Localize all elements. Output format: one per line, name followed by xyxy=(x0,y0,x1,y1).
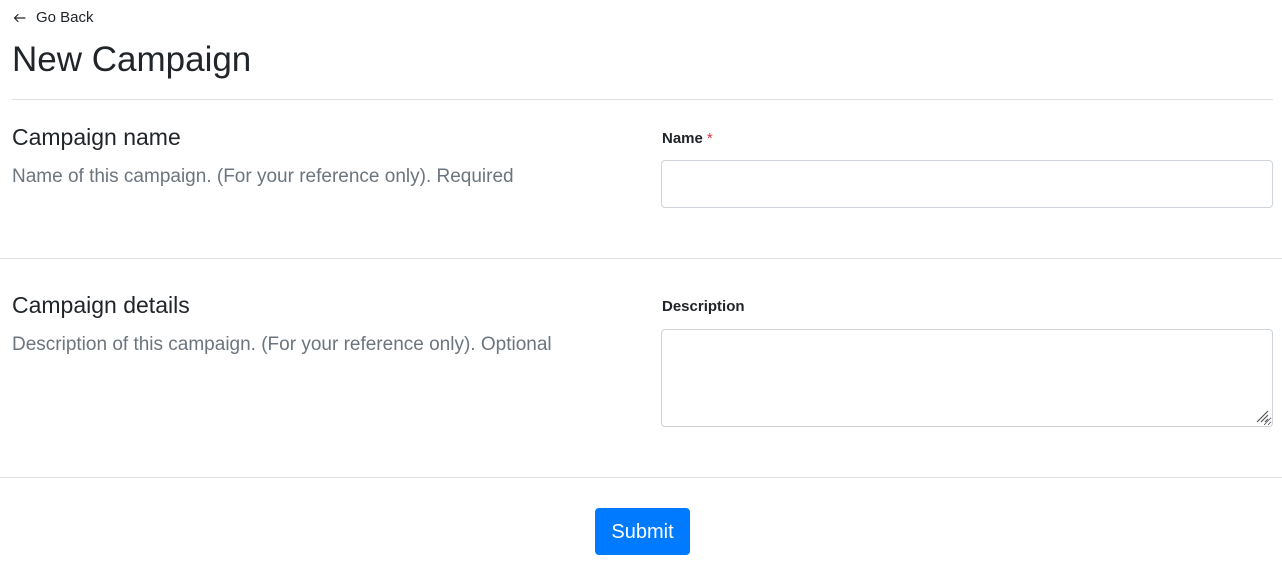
campaign-name-section-description: Name of this campaign. (For your referen… xyxy=(12,166,514,187)
page-title: New Campaign xyxy=(12,40,252,79)
new-campaign-page: Go Back New Campaign Campaign name Name … xyxy=(0,0,1282,563)
required-marker: * xyxy=(706,130,713,147)
name-field-label: Name * xyxy=(662,129,713,149)
arrow-left-icon xyxy=(13,13,26,23)
description-field-label: Description xyxy=(662,298,745,315)
header-divider xyxy=(12,99,1273,100)
go-back-label: Go Back xyxy=(36,9,94,26)
submit-button[interactable]: Submit xyxy=(595,508,690,555)
section-divider xyxy=(0,258,1282,259)
go-back-link[interactable]: Go Back xyxy=(13,9,94,26)
name-input[interactable] xyxy=(661,160,1273,208)
name-label-text: Name xyxy=(662,130,703,147)
description-textarea[interactable] xyxy=(661,329,1273,427)
campaign-details-section-description: Description of this campaign. (For your … xyxy=(12,334,552,355)
campaign-name-section-title: Campaign name xyxy=(12,124,181,150)
campaign-details-section-title: Campaign details xyxy=(12,292,190,318)
footer-divider xyxy=(0,477,1282,478)
